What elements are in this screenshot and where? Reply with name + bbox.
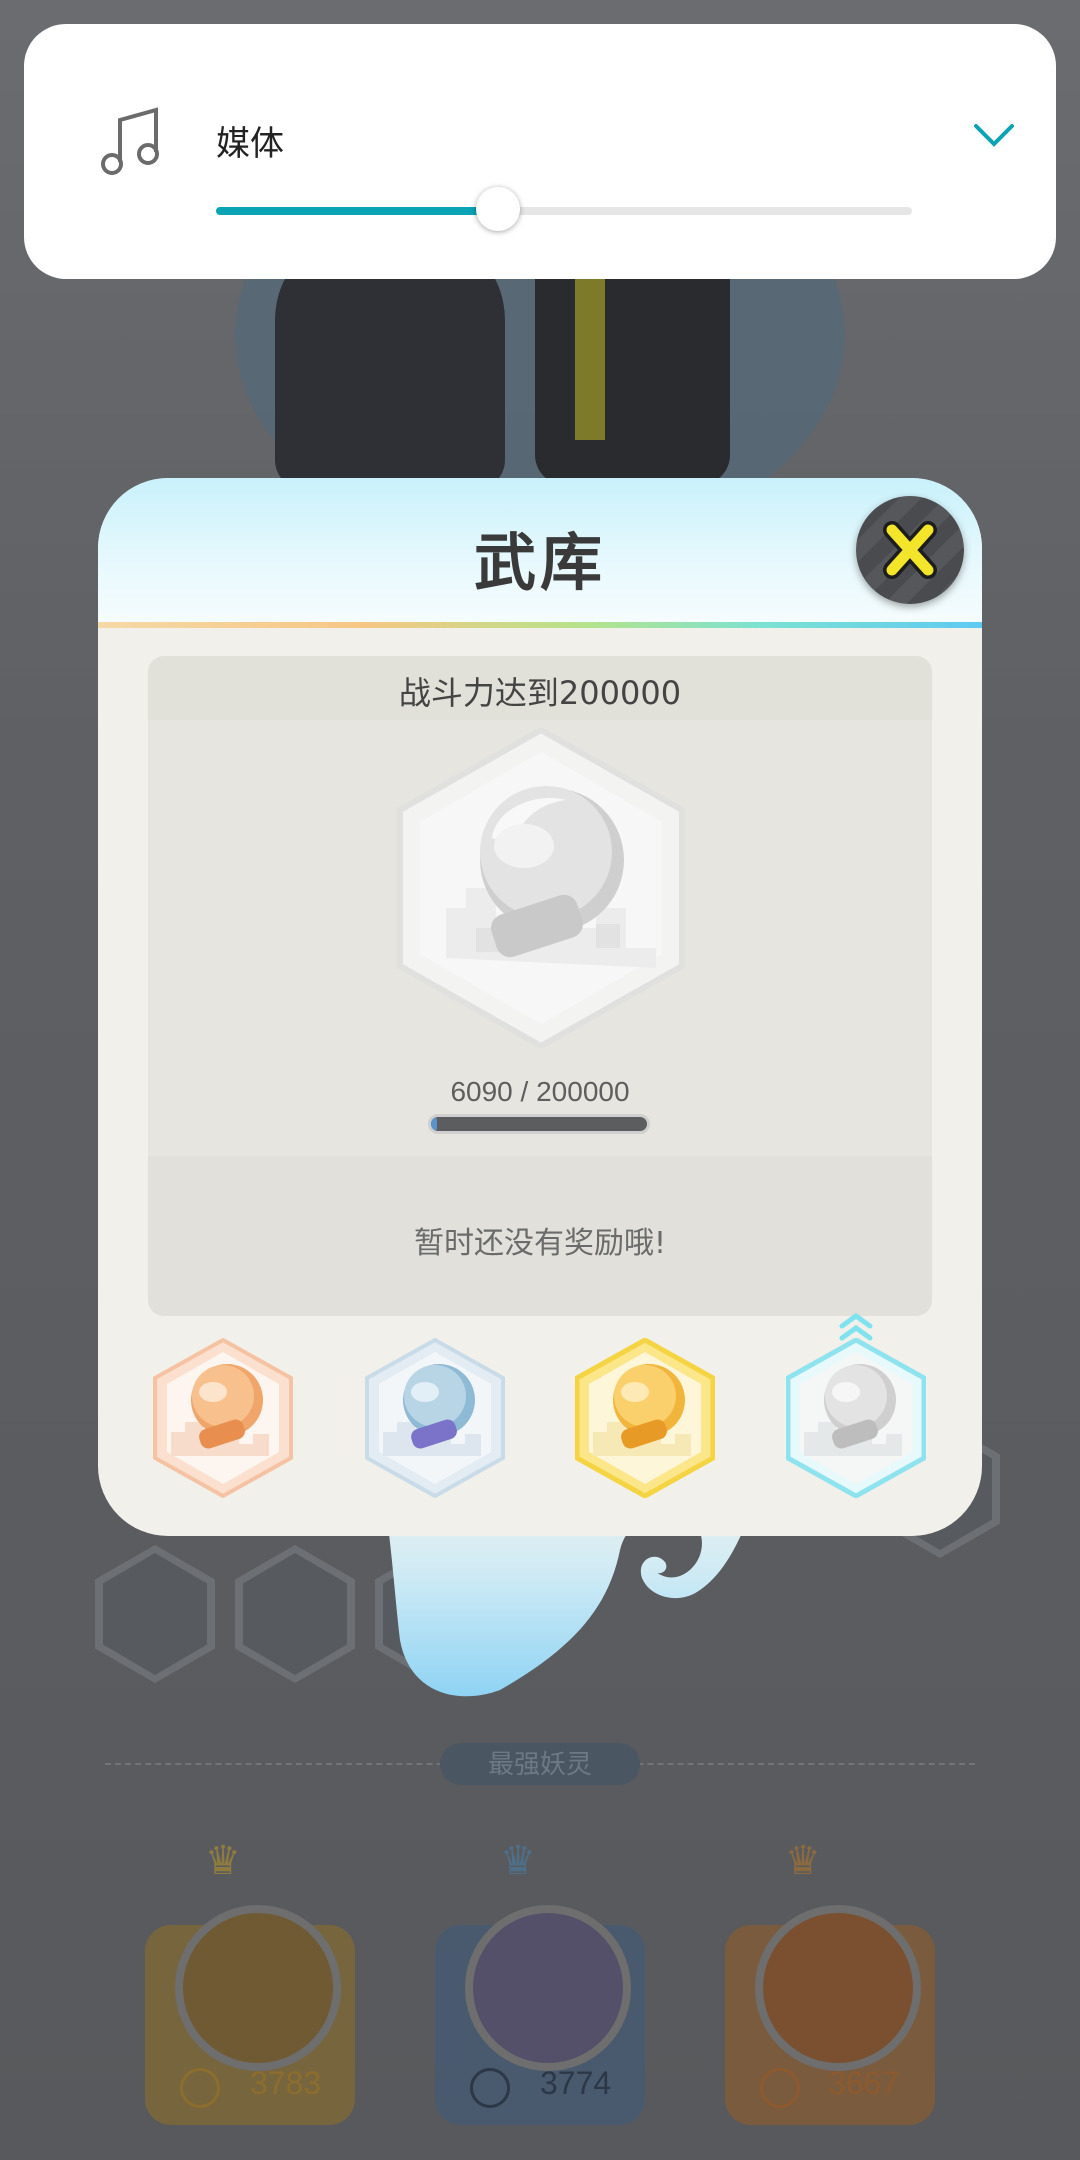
crown-icon: ♛	[785, 1838, 821, 1884]
close-icon	[883, 521, 937, 579]
background-hex-slot	[235, 1545, 355, 1683]
gold-tier-badge-icon[interactable]	[575, 1338, 715, 1498]
progress-text: 6090 / 200000	[450, 1076, 630, 1107]
music-note-icon	[101, 107, 159, 175]
avatar	[175, 1905, 341, 2071]
volume-slider-fill	[216, 207, 498, 215]
diamond-tier-badge-icon[interactable]	[786, 1338, 926, 1498]
leader-power-value: 3783	[250, 2065, 322, 2101]
dialog-title: 武库	[473, 526, 606, 599]
background-hex-slot	[95, 1545, 215, 1683]
volume-stream-label: 媒体	[216, 124, 284, 164]
avatar	[465, 1905, 631, 2071]
silver-tier-badge-icon[interactable]	[365, 1338, 505, 1498]
header-rainbow-divider	[98, 622, 982, 628]
power-icon	[470, 2068, 510, 2108]
crown-icon: ♛	[500, 1838, 536, 1884]
leader-power-value: 3667	[828, 2065, 900, 2101]
achievement-panel: 战斗力达到200000 6090 / 200000 暂时还没有奖励哦!	[148, 656, 932, 1316]
close-button[interactable]	[856, 496, 964, 604]
background-section-label: 最强妖灵	[440, 1743, 640, 1785]
reward-status-text: 暂时还没有奖励哦!	[413, 1226, 667, 1261]
volume-panel: 媒体	[24, 24, 1056, 279]
progress-bar	[428, 1114, 650, 1134]
volume-slider-thumb[interactable]	[475, 187, 520, 231]
progress-bar-fill	[431, 1117, 438, 1131]
leader-power-value: 3774	[540, 2065, 612, 2101]
boxing-glove-badge-icon	[397, 728, 685, 1048]
power-icon	[180, 2068, 220, 2108]
crown-icon: ♛	[205, 1838, 241, 1884]
chevron-down-icon[interactable]	[972, 120, 1016, 150]
volume-slider[interactable]	[216, 187, 912, 231]
power-icon	[760, 2068, 800, 2108]
bronze-tier-badge-icon[interactable]	[153, 1338, 293, 1498]
avatar	[755, 1905, 921, 2071]
achievement-goal: 战斗力达到200000	[398, 674, 682, 712]
